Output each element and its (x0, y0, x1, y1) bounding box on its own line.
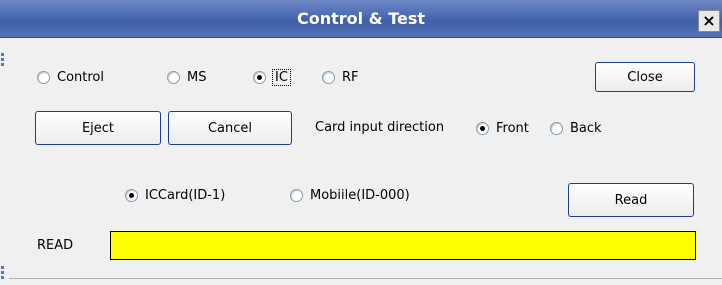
read-button[interactable]: Read (568, 183, 694, 217)
eject-button[interactable]: Eject (35, 111, 161, 145)
radio-circle[interactable] (550, 121, 563, 135)
radio-circle[interactable] (253, 70, 266, 84)
radio-back-label: Back (570, 120, 602, 136)
radio-mobile-label: Mobiile(ID-000) (310, 187, 410, 203)
close-button[interactable]: Close (595, 62, 695, 92)
cancel-button[interactable]: Cancel (168, 111, 292, 145)
radio-rf[interactable]: RF (322, 68, 359, 86)
radio-circle[interactable] (125, 188, 138, 202)
left-dock-edge (0, 38, 9, 285)
radio-control[interactable]: Control (37, 68, 104, 86)
radio-circle[interactable] (37, 70, 50, 84)
window-bottom-edge (9, 278, 722, 285)
edge-grip-dot (1, 63, 4, 66)
radio-ic[interactable]: IC (253, 68, 291, 86)
window-title: Control & Test (296, 9, 426, 28)
radio-control-label: Control (57, 69, 104, 85)
close-window-icon[interactable]: × (698, 10, 720, 32)
radio-front-label: Front (496, 120, 529, 136)
radio-circle[interactable] (322, 70, 335, 84)
radio-back[interactable]: Back (550, 119, 602, 137)
radio-circle[interactable] (476, 121, 489, 135)
edge-grip-dot (1, 266, 4, 269)
radio-ms[interactable]: MS (167, 68, 206, 86)
control-test-dialog: Control & Test × Control MS IC RF Close … (0, 0, 722, 285)
radio-ic-label: IC (272, 68, 291, 86)
radio-iccard-label: ICCard(ID-1) (145, 187, 226, 203)
radio-circle[interactable] (167, 70, 180, 84)
radio-rf-label: RF (342, 69, 359, 85)
radio-mobile[interactable]: Mobiile(ID-000) (290, 186, 410, 204)
radio-ms-label: MS (187, 69, 207, 85)
radio-circle[interactable] (290, 188, 303, 202)
edge-grip-dot (1, 276, 4, 279)
radio-iccard[interactable]: ICCard(ID-1) (125, 186, 225, 204)
radio-front[interactable]: Front (476, 119, 529, 137)
card-direction-label: Card input direction (315, 120, 445, 135)
read-label: READ (37, 238, 74, 253)
edge-grip-dot (1, 53, 4, 56)
edge-grip-dot (1, 58, 4, 61)
read-output-field (110, 231, 696, 260)
edge-grip-dot (1, 271, 4, 274)
title-bar[interactable]: Control & Test × (0, 0, 722, 38)
